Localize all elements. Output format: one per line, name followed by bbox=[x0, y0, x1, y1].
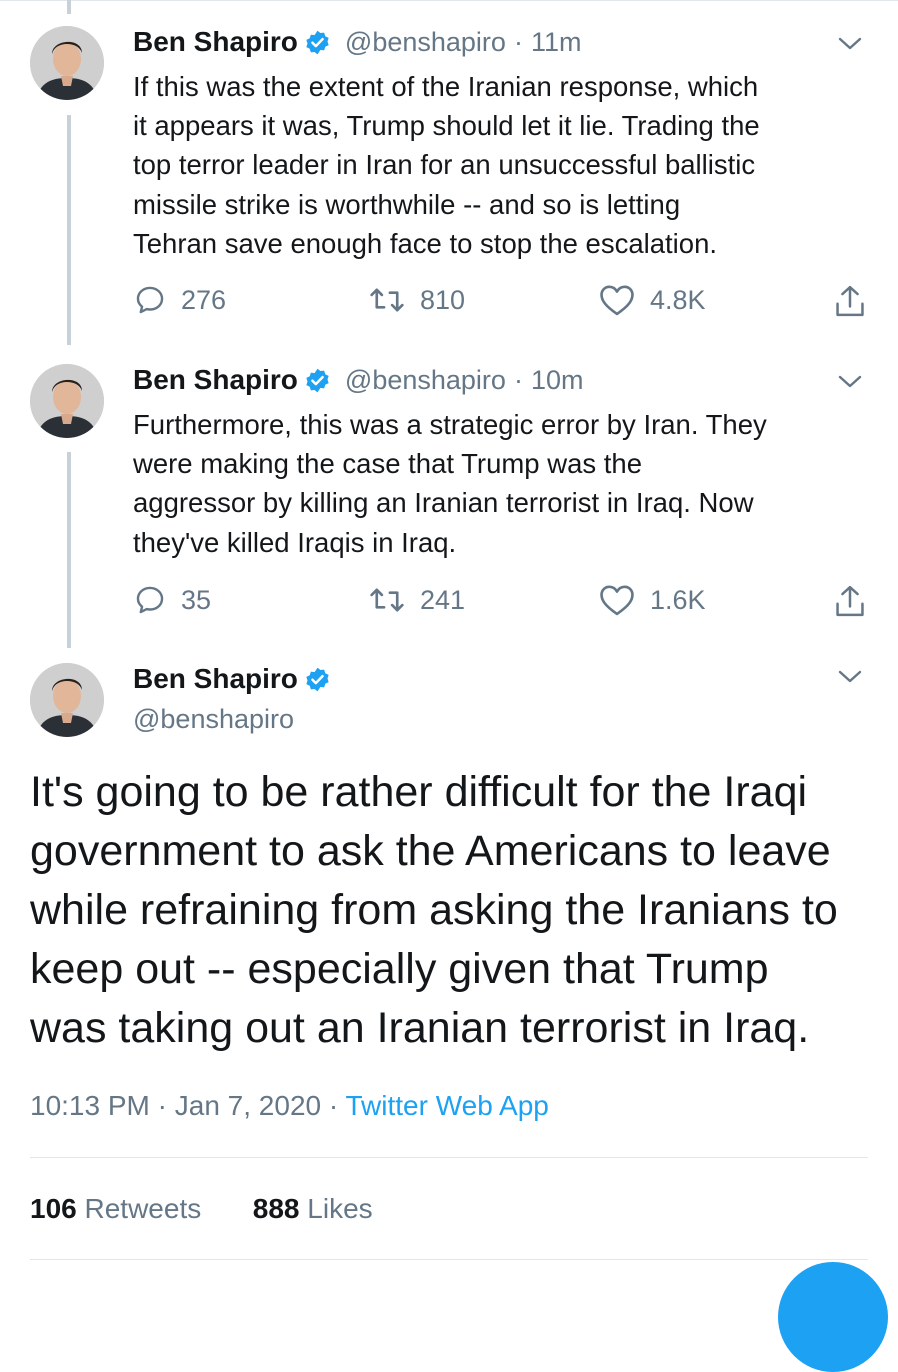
like-count: 1.6K bbox=[650, 584, 706, 615]
separator: · bbox=[328, 1090, 339, 1121]
reply-icon bbox=[136, 586, 164, 614]
reply-icon bbox=[136, 286, 164, 314]
reply-count: 276 bbox=[181, 284, 227, 315]
like-count: 4.8K bbox=[650, 284, 706, 315]
reply-button[interactable]: 276 bbox=[133, 283, 226, 317]
retweets-label: Retweets bbox=[84, 1193, 202, 1224]
source-app-link[interactable]: Twitter Web App bbox=[345, 1090, 548, 1121]
chevron-down-icon[interactable] bbox=[836, 667, 864, 687]
compose-fab[interactable] bbox=[778, 1262, 888, 1372]
like-button[interactable]: 4.8K bbox=[598, 283, 706, 317]
reply-count: 35 bbox=[181, 584, 212, 615]
top-edge bbox=[0, 0, 898, 1]
author-name[interactable]: Ben Shapiro bbox=[133, 364, 298, 396]
engagement-stats: 106 Retweets 888 Likes bbox=[30, 1193, 373, 1225]
chevron-down-icon[interactable] bbox=[836, 34, 864, 54]
main-tweet-text: It's going to be rather difficult for th… bbox=[30, 768, 838, 1052]
author-name[interactable]: Ben Shapiro bbox=[133, 663, 298, 695]
author-handle[interactable]: @benshapiro bbox=[345, 27, 506, 58]
separator: · bbox=[157, 1090, 167, 1121]
avatar-image bbox=[30, 364, 104, 438]
avatar[interactable] bbox=[30, 364, 104, 438]
avatar[interactable] bbox=[30, 26, 104, 100]
tweet-time[interactable]: 10m bbox=[531, 365, 584, 396]
tweet-meta: 10:13 PM · Jan 7, 2020 · Twitter Web App bbox=[30, 1090, 549, 1122]
separator: · bbox=[513, 364, 523, 395]
retweet-button[interactable]: 810 bbox=[368, 283, 465, 317]
retweet-icon bbox=[370, 288, 404, 312]
retweet-count: 241 bbox=[420, 584, 466, 615]
tweet-text: Furthermore, this was a strategic error … bbox=[133, 409, 767, 558]
retweet-button[interactable]: 241 bbox=[368, 583, 465, 617]
avatar-image bbox=[30, 663, 104, 737]
retweet-total: 106 bbox=[30, 1193, 77, 1224]
avatar[interactable] bbox=[30, 663, 104, 737]
verified-badge-icon bbox=[306, 368, 329, 392]
like-total: 888 bbox=[252, 1193, 300, 1224]
author-name[interactable]: Ben Shapiro bbox=[133, 26, 298, 58]
author-handle[interactable]: @benshapiro bbox=[345, 365, 506, 396]
divider bbox=[30, 1259, 868, 1260]
retweet-icon bbox=[370, 588, 404, 612]
tweet-text: If this was the extent of the Iranian re… bbox=[133, 71, 760, 259]
verified-badge-icon bbox=[306, 667, 329, 691]
thread-line bbox=[67, 115, 71, 345]
tweet-time[interactable]: 11m bbox=[531, 27, 582, 58]
likes-stat[interactable]: 888 Likes bbox=[253, 1193, 373, 1224]
likes-label: Likes bbox=[307, 1193, 373, 1224]
share-icon[interactable] bbox=[833, 283, 867, 319]
thread-line-top bbox=[67, 0, 71, 14]
divider bbox=[30, 1157, 868, 1158]
like-icon bbox=[600, 585, 634, 616]
chevron-down-icon[interactable] bbox=[836, 372, 864, 392]
verified-badge-icon bbox=[306, 30, 329, 54]
retweets-stat[interactable]: 106 Retweets bbox=[30, 1193, 201, 1224]
retweet-count: 810 bbox=[420, 284, 466, 315]
like-button[interactable]: 1.6K bbox=[598, 583, 706, 617]
share-icon[interactable] bbox=[833, 583, 867, 619]
tweet-date[interactable]: Jan 7, 2020 bbox=[175, 1090, 321, 1121]
reply-button[interactable]: 35 bbox=[133, 583, 211, 617]
tweet-time[interactable]: 10:13 PM bbox=[30, 1090, 150, 1121]
author-handle[interactable]: @benshapiro bbox=[133, 704, 294, 735]
separator: · bbox=[513, 26, 523, 57]
like-icon bbox=[600, 285, 634, 316]
thread-line bbox=[67, 452, 71, 648]
avatar-image bbox=[30, 26, 104, 100]
